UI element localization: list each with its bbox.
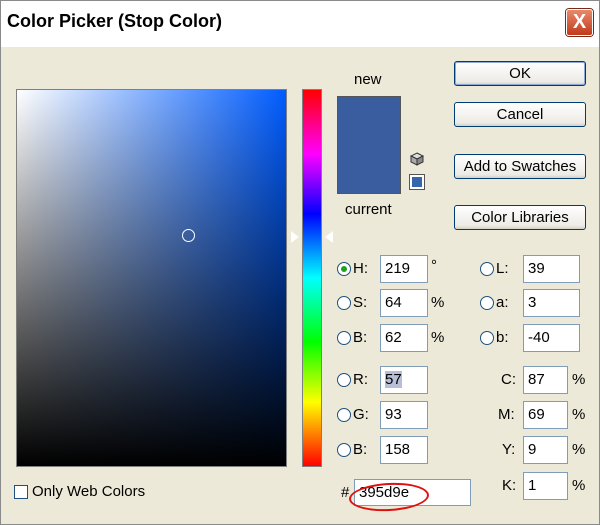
color-picker-dialog: Color Picker (Stop Color) X new current … [0, 0, 600, 525]
color-field[interactable] [16, 89, 287, 467]
blue-input[interactable]: 158 [380, 436, 428, 464]
red-radio[interactable] [337, 373, 351, 387]
hue-radio[interactable] [337, 262, 351, 276]
magenta-unit: % [572, 406, 586, 423]
color-field-marker[interactable] [182, 229, 195, 242]
black-label: K: [502, 477, 517, 494]
blue-label: B: [353, 441, 368, 458]
web-safe-color-swatch[interactable] [409, 174, 425, 190]
saturation-label: S: [353, 294, 368, 311]
saturation-radio[interactable] [337, 296, 351, 310]
saturation-unit: % [431, 294, 445, 311]
lab-a-label: a: [496, 294, 509, 311]
brightness-radio[interactable] [337, 331, 351, 345]
lab-a-input[interactable]: 3 [523, 289, 580, 317]
cyan-input[interactable]: 87 [523, 366, 568, 394]
yellow-unit: % [572, 441, 586, 458]
new-color-swatch [337, 96, 401, 146]
lab-b-label: b: [496, 329, 509, 346]
saturation-input[interactable]: 64 [380, 289, 428, 317]
lab-b-input[interactable]: -40 [523, 324, 580, 352]
title-bar[interactable]: Color Picker (Stop Color) X [1, 1, 599, 47]
lab-l-input[interactable]: 39 [523, 255, 580, 283]
out-of-gamut-cube-icon[interactable] [410, 152, 424, 166]
yellow-label: Y: [502, 441, 516, 458]
cancel-button[interactable]: Cancel [454, 102, 586, 127]
hue-slider-right-arrow-icon[interactable] [325, 231, 333, 243]
close-icon: X [572, 11, 587, 33]
red-label: R: [353, 371, 368, 388]
lab-l-radio[interactable] [480, 262, 494, 276]
magenta-label: M: [498, 406, 515, 423]
green-radio[interactable] [337, 408, 351, 422]
only-web-colors-label[interactable]: Only Web Colors [32, 483, 145, 500]
brightness-label: B: [353, 329, 368, 346]
hue-label: H: [353, 260, 368, 277]
red-input[interactable]: 57 [380, 366, 428, 394]
hue-slider[interactable] [302, 89, 322, 467]
lab-l-label: L: [496, 260, 509, 277]
hue-input[interactable]: 219 [380, 255, 428, 283]
brightness-input[interactable]: 62 [380, 324, 428, 352]
color-libraries-button[interactable]: Color Libraries [454, 205, 586, 230]
green-input[interactable]: 93 [380, 401, 428, 429]
ok-button[interactable]: OK [454, 61, 586, 86]
black-input[interactable]: 1 [523, 472, 568, 500]
close-button[interactable]: X [566, 9, 593, 36]
black-unit: % [572, 477, 586, 494]
lab-b-radio[interactable] [480, 331, 494, 345]
current-color-swatch[interactable] [337, 146, 401, 194]
green-label: G: [353, 406, 369, 423]
lab-a-radio[interactable] [480, 296, 494, 310]
hue-unit: ° [431, 257, 437, 274]
only-web-colors-checkbox[interactable] [14, 485, 28, 499]
new-color-label: new [354, 71, 382, 88]
brightness-unit: % [431, 329, 445, 346]
window-title: Color Picker (Stop Color) [7, 11, 223, 31]
yellow-input[interactable]: 9 [523, 436, 568, 464]
cyan-label: C: [501, 371, 516, 388]
add-to-swatches-button[interactable]: Add to Swatches [454, 154, 586, 179]
hue-slider-left-arrow-icon[interactable] [290, 230, 299, 244]
current-color-label: current [345, 201, 392, 218]
blue-radio[interactable] [337, 443, 351, 457]
magenta-input[interactable]: 69 [523, 401, 568, 429]
cyan-unit: % [572, 371, 586, 388]
